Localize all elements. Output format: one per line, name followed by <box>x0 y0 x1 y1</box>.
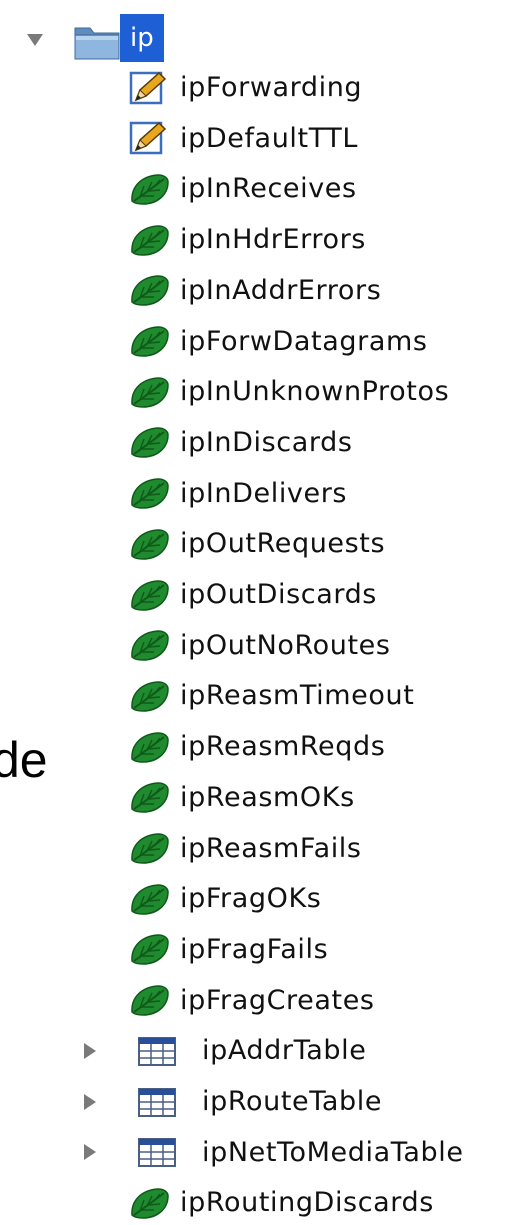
tree-node-label: ipRoutingDiscards <box>180 1187 434 1219</box>
tree-node-ip-in-addr-errors[interactable]: ipInAddrErrors <box>128 268 381 312</box>
tree-node-label: ipReasmOKs <box>180 781 355 813</box>
folder-icon <box>74 27 120 60</box>
tree-node-ip-out-discards[interactable]: ipOutDiscards <box>128 573 377 617</box>
leaf-icon <box>131 782 169 814</box>
tree-node-label: ipNetToMediaTable <box>202 1136 464 1168</box>
leaf-icon <box>131 529 169 560</box>
tree-node-label: ipInAddrErrors <box>180 274 382 306</box>
expand-toggle-ip[interactable] <box>27 34 43 46</box>
tree-node-label: ipReasmFails <box>180 832 362 864</box>
tree-node-label: ipFragOKs <box>180 883 322 915</box>
tree-node-label: ipForwDatagrams <box>180 325 428 357</box>
tree-node-ip-route-table[interactable]: ipRouteTable <box>136 1080 382 1124</box>
leaf-icon <box>131 275 169 307</box>
tree-node-label: ipForwarding <box>180 72 363 103</box>
tree-node-ip-out-requests[interactable]: ipOutRequests <box>128 522 385 566</box>
tree-node-label: ipReasmTimeout <box>180 680 415 712</box>
leaf-icon <box>131 1188 169 1219</box>
leaf-icon <box>131 630 169 661</box>
leaf-icon <box>131 579 169 611</box>
tree-node-ip-addr-table[interactable]: ipAddrTable <box>136 1029 366 1073</box>
leaf-icon <box>131 731 169 763</box>
leaf-icon <box>131 985 169 1016</box>
tree-node-ip-reasm-reqds[interactable]: ipReasmReqds <box>128 725 385 769</box>
tree-node-ip-forw-datagrams[interactable]: ipForwDatagrams <box>128 319 428 363</box>
tree-node-ip-in-receives[interactable]: ipInReceives <box>128 167 357 211</box>
tree-node-ip-reasm-fails[interactable]: ipReasmFails <box>128 826 362 870</box>
expand-toggle-ip-route-table[interactable] <box>84 1093 96 1110</box>
tree-node-label: ipFragFails <box>180 933 329 965</box>
tree-node-label: ipInDelivers <box>180 477 348 509</box>
leaf-icon <box>131 934 169 966</box>
tree-node-label: ipFragCreates <box>180 984 375 1016</box>
tree-node-ip-in-unknown-protos[interactable]: ipInUnknownProtos <box>128 370 449 414</box>
expand-toggle-ip-net-to-media-table[interactable] <box>84 1144 96 1161</box>
tree-node-label: ipInDiscards <box>180 426 353 458</box>
leaf-icon <box>131 681 169 712</box>
tree-node-label: ipOutRequests <box>180 528 386 560</box>
tree-node-ip-routing-discards[interactable]: ipRoutingDiscards <box>128 1181 434 1225</box>
leaf-icon <box>131 427 169 459</box>
leaf-icon <box>131 326 169 357</box>
tree-node-label: ipReasmReqds <box>180 731 386 763</box>
tree-node-ip-default-ttl[interactable]: ipDefaultTTL <box>128 116 358 160</box>
tree-node-label: ipOutDiscards <box>180 579 377 610</box>
tree-node-ip-reasm-o-ks[interactable]: ipReasmOKs <box>128 775 355 819</box>
tree-node-ip-in-discards[interactable]: ipInDiscards <box>128 420 353 464</box>
partial-text: de <box>0 732 48 788</box>
tree-node-ip-out-no-routes[interactable]: ipOutNoRoutes <box>128 623 391 667</box>
tree-node-ip-net-to-media-table[interactable]: ipNetToMediaTable <box>136 1130 464 1174</box>
leaf-icon <box>131 174 169 205</box>
tree-node-label: ipInUnknownProtos <box>180 376 450 408</box>
writable-scalar-icon <box>129 121 167 155</box>
table-icon <box>138 1036 176 1066</box>
tree-node-label: ipInReceives <box>180 173 357 205</box>
tree-node-ip-forwarding[interactable]: ipForwarding <box>128 66 362 110</box>
tree-node-ip-in-hdr-errors[interactable]: ipInHdrErrors <box>128 218 366 262</box>
table-icon <box>138 1087 176 1117</box>
tree-node-ip-reasm-timeout[interactable]: ipReasmTimeout <box>128 674 414 718</box>
leaf-icon <box>131 883 169 915</box>
tree-node-label: ipRouteTable <box>202 1086 383 1117</box>
leaf-icon <box>131 376 169 408</box>
leaf-icon <box>131 224 169 256</box>
tree-node-label: ipAddrTable <box>202 1035 367 1067</box>
tree-node-label: ipOutNoRoutes <box>180 629 391 661</box>
tree-node-ip[interactable]: ip <box>120 14 164 62</box>
writable-scalar-icon <box>129 71 167 104</box>
tree-node-ip-frag-o-ks[interactable]: ipFragOKs <box>128 877 321 921</box>
tree-node-label: ipDefaultTTL <box>180 122 359 154</box>
leaf-icon <box>131 833 169 864</box>
expand-toggle-ip-addr-table[interactable] <box>84 1042 96 1059</box>
leaf-icon <box>131 478 169 509</box>
table-icon <box>138 1138 176 1168</box>
tree-node-ip-frag-creates[interactable]: ipFragCreates <box>128 978 375 1022</box>
tree-node-ip-frag-fails[interactable]: ipFragFails <box>128 927 328 971</box>
tree-node-ip-in-delivers[interactable]: ipInDelivers <box>128 471 347 515</box>
tree-node-label: ipInHdrErrors <box>180 224 366 256</box>
